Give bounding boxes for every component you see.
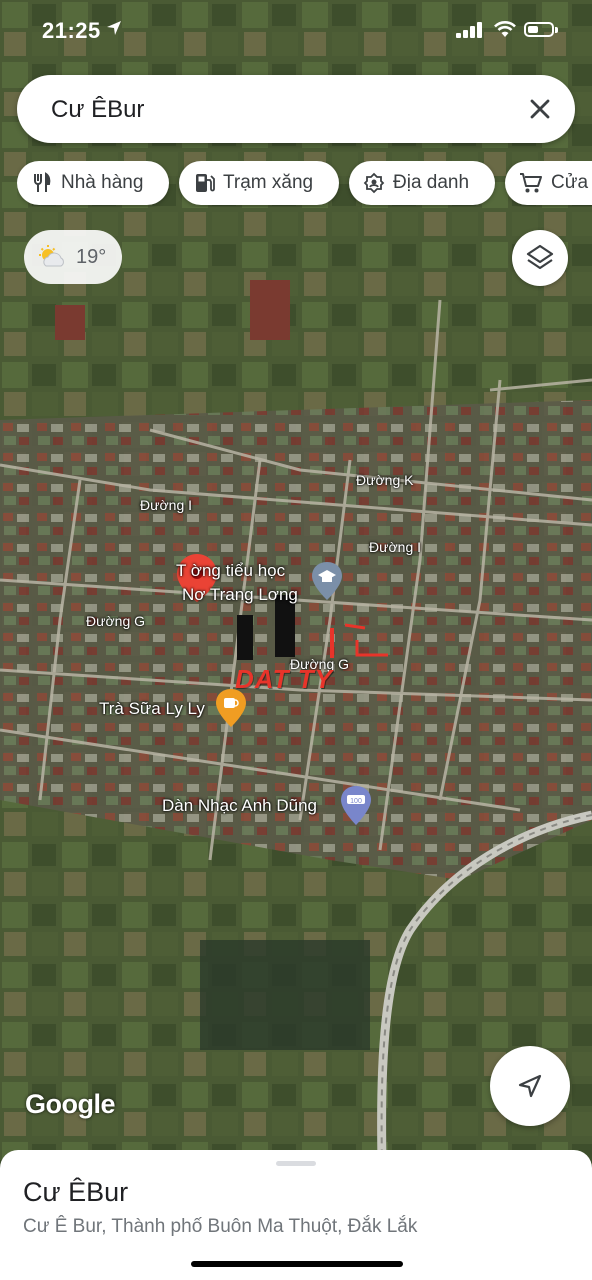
street-label-i-left: Đường I [140, 497, 193, 513]
chip-shops[interactable]: Cửa [505, 161, 592, 205]
shopping-cart-icon [520, 173, 542, 193]
chip-gas-stations[interactable]: Trạm xăng [179, 161, 339, 205]
search-bar[interactable]: Cư ÊBur [17, 75, 575, 143]
chip-label: Nhà hàng [61, 172, 144, 193]
map-layers-button[interactable] [512, 230, 568, 286]
weather-badge[interactable]: 19° [24, 230, 122, 284]
status-time: 21:25 [42, 18, 101, 43]
close-icon[interactable] [525, 94, 555, 124]
svg-text:100: 100 [350, 798, 362, 805]
category-chips: Nhà hàng Trạm xăng Địa danh Cửa [17, 161, 592, 207]
place-address: Cư Ê Bur, Thành phố Buôn Ma Thuột, Đắk L… [23, 1216, 418, 1237]
layers-icon [526, 244, 554, 270]
chip-label: Cửa [551, 172, 589, 193]
location-services-icon [107, 21, 121, 35]
landmark-icon [363, 172, 385, 194]
gas-station-icon [196, 174, 215, 192]
street-label-g-left: Đường G [86, 613, 146, 629]
place-title: Cư ÊBur [23, 1177, 129, 1207]
chip-landmarks[interactable]: Địa danh [349, 161, 495, 205]
school-label-line2[interactable]: Nơ Trang Lơng [182, 585, 298, 605]
watermark: DAT TY [235, 664, 333, 694]
school-label-line1[interactable]: T ờng tiểu học [176, 561, 285, 581]
chip-label: Trạm xăng [223, 172, 314, 193]
wifi-icon [494, 21, 516, 37]
chip-restaurants[interactable]: Nhà hàng [17, 161, 169, 205]
battery-icon [524, 22, 558, 37]
sheet-drag-handle[interactable] [276, 1161, 316, 1166]
navigation-arrow-icon [518, 1074, 542, 1098]
restaurant-icon [34, 172, 51, 192]
my-location-button[interactable] [490, 1046, 570, 1126]
milk-tea-label[interactable]: Trà Sữa Ly Ly [99, 699, 205, 719]
google-attribution: Google [25, 1089, 116, 1119]
band-label[interactable]: Dàn Nhạc Anh Dũng [162, 796, 317, 816]
place-sheet[interactable]: Cư ÊBur Cư Ê Bur, Thành phố Buôn Ma Thuộ… [0, 1150, 592, 1280]
partly-cloudy-icon [39, 245, 64, 267]
chip-label: Địa danh [393, 172, 470, 193]
search-query[interactable]: Cư ÊBur [51, 96, 144, 124]
cellular-signal-icon [456, 22, 482, 38]
street-label-i-right: Đường I [369, 539, 422, 555]
street-label-k: Đường K [356, 472, 414, 488]
temperature: 19° [76, 245, 107, 268]
home-indicator[interactable] [191, 1261, 403, 1267]
status-bar: 21:25 [0, 0, 592, 62]
